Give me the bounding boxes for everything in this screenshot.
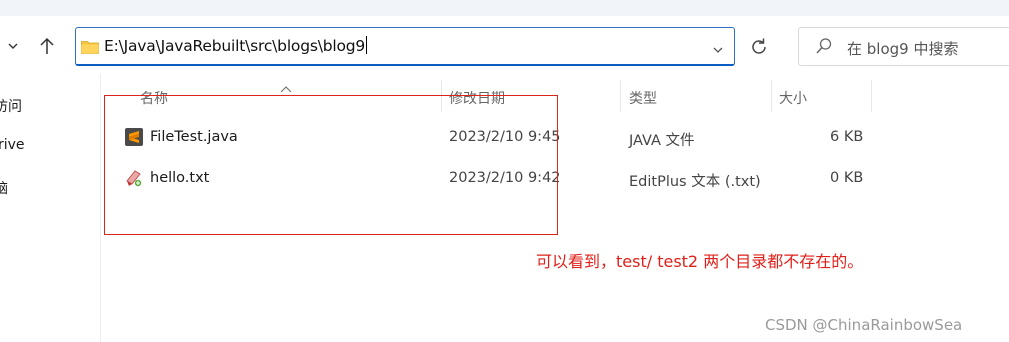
column-separator[interactable] <box>871 80 872 112</box>
nav-item-this-pc[interactable]: 脑 <box>0 178 8 198</box>
chevron-down-icon[interactable] <box>6 38 20 52</box>
arrow-up-icon[interactable] <box>38 36 56 56</box>
search-input[interactable]: 在 blog9 中搜索 <box>847 38 958 59</box>
column-separator[interactable] <box>771 80 772 112</box>
search-box[interactable]: 在 blog9 中搜索 <box>798 27 1009 66</box>
text-caret <box>366 36 368 54</box>
highlight-box <box>104 95 558 235</box>
file-size: 0 KB <box>830 170 864 186</box>
column-separator[interactable] <box>620 80 621 112</box>
refresh-icon[interactable] <box>748 36 770 58</box>
column-header-size[interactable]: 大小 <box>779 88 807 108</box>
annotation-text: 可以看到，test/ test2 两个目录都不存在的。 <box>536 252 864 271</box>
navigation-pane: 访问 rive 脑 <box>0 74 100 342</box>
file-size: 6 KB <box>830 129 864 145</box>
sort-ascending-icon <box>280 78 292 93</box>
file-type: JAVA 文件 <box>629 133 695 149</box>
pane-divider <box>100 74 101 342</box>
column-header-type[interactable]: 类型 <box>629 88 657 108</box>
chevron-down-icon[interactable] <box>712 40 724 53</box>
window-top-strip <box>0 0 1009 16</box>
nav-item-quick-access[interactable]: 访问 <box>0 96 22 116</box>
file-type: EditPlus 文本 (.txt) <box>629 174 761 190</box>
folder-icon <box>81 39 99 54</box>
address-bar[interactable]: E:\Java\JavaRebuilt\src\blogs\blog9 <box>75 27 735 66</box>
search-icon <box>815 37 833 55</box>
nav-item-onedrive[interactable]: rive <box>0 137 25 153</box>
address-path[interactable]: E:\Java\JavaRebuilt\src\blogs\blog9 <box>104 36 368 55</box>
watermark: CSDN @ChinaRainbowSea <box>765 316 963 334</box>
